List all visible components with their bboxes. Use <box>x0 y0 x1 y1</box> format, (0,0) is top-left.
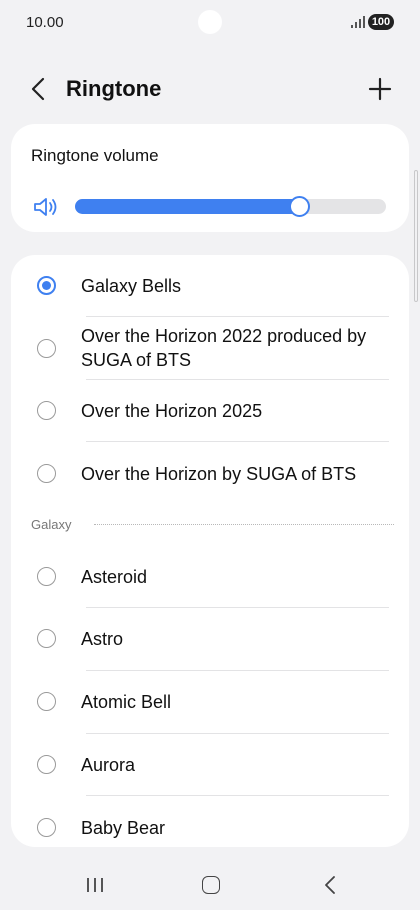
section-divider <box>94 524 394 525</box>
status-time: 10.00 <box>26 14 64 31</box>
recents-icon <box>87 878 103 892</box>
ringtone-item-over-the-horizon-suga[interactable]: Over the Horizon by SUGA of BTS <box>11 458 409 488</box>
section-header-galaxy: Galaxy <box>31 517 72 532</box>
camera-cutout <box>198 10 222 34</box>
ringtone-label: Aurora <box>81 755 136 775</box>
ringtone-item-baby-bear[interactable]: Baby Bear <box>11 812 409 842</box>
ringtone-item-galaxy-bells[interactable]: Galaxy Bells <box>11 271 409 301</box>
ringtone-item-astro[interactable]: Astro <box>11 624 409 654</box>
ringtone-volume-card: Ringtone volume <box>11 124 409 232</box>
add-ringtone-button[interactable] <box>364 73 396 105</box>
scrollbar[interactable] <box>414 170 418 302</box>
ringtone-item-aurora[interactable]: Aurora <box>11 749 409 779</box>
radio-button[interactable] <box>37 692 56 711</box>
volume-slider[interactable] <box>75 196 386 217</box>
navigation-bar <box>0 858 420 910</box>
radio-button[interactable] <box>37 818 56 837</box>
radio-button[interactable] <box>37 629 56 648</box>
status-bar: 10.00 100 <box>0 0 420 46</box>
volume-title: Ringtone volume <box>31 146 159 165</box>
radio-button[interactable] <box>37 755 56 774</box>
radio-button[interactable] <box>37 276 56 295</box>
radio-button[interactable] <box>37 464 56 483</box>
app-bar: Ringtone <box>0 64 420 114</box>
volume-slider-thumb[interactable] <box>288 196 310 217</box>
speaker-icon[interactable] <box>33 196 59 218</box>
divider <box>86 733 389 734</box>
ringtone-label: Astro <box>81 629 124 649</box>
ringtone-label: Baby Bear <box>81 818 166 838</box>
ringtone-label: Over the Horizon 2025 <box>81 401 263 421</box>
ringtone-item-over-the-horizon-2022[interactable]: Over the Horizon 2022 produced by SUGA o… <box>11 323 409 379</box>
ringtone-label: Galaxy Bells <box>81 276 182 296</box>
ringtone-label: Over the Horizon by SUGA of BTS <box>81 464 357 484</box>
divider <box>86 607 389 608</box>
back-nav-button[interactable] <box>320 874 342 896</box>
ringtone-label: Over the Horizon 2022 produced by SUGA o… <box>81 326 367 370</box>
chevron-left-icon <box>31 77 45 101</box>
divider <box>86 670 389 671</box>
ringtone-item-over-the-horizon-2025[interactable]: Over the Horizon 2025 <box>11 395 409 425</box>
ringtone-item-asteroid[interactable]: Asteroid <box>11 562 409 592</box>
radio-button[interactable] <box>37 567 56 586</box>
divider <box>86 316 389 317</box>
page-title: Ringtone <box>66 76 162 101</box>
ringtone-label: Atomic Bell <box>81 692 172 712</box>
volume-slider-fill <box>75 199 299 214</box>
recents-button[interactable] <box>84 876 106 894</box>
divider <box>86 379 389 380</box>
radio-button[interactable] <box>37 401 56 420</box>
divider <box>86 441 389 442</box>
plus-icon <box>368 77 392 101</box>
signal-icon <box>351 16 367 28</box>
radio-button[interactable] <box>37 339 56 358</box>
divider <box>86 795 389 796</box>
ringtone-item-atomic-bell[interactable]: Atomic Bell <box>11 686 409 716</box>
ringtone-list: Galaxy Bells Over the Horizon 2022 produ… <box>11 255 409 847</box>
back-button[interactable] <box>24 74 54 104</box>
ringtone-label: Asteroid <box>81 567 148 587</box>
back-icon <box>325 876 335 894</box>
battery-indicator: 100 <box>368 14 394 30</box>
home-icon[interactable] <box>202 876 220 894</box>
